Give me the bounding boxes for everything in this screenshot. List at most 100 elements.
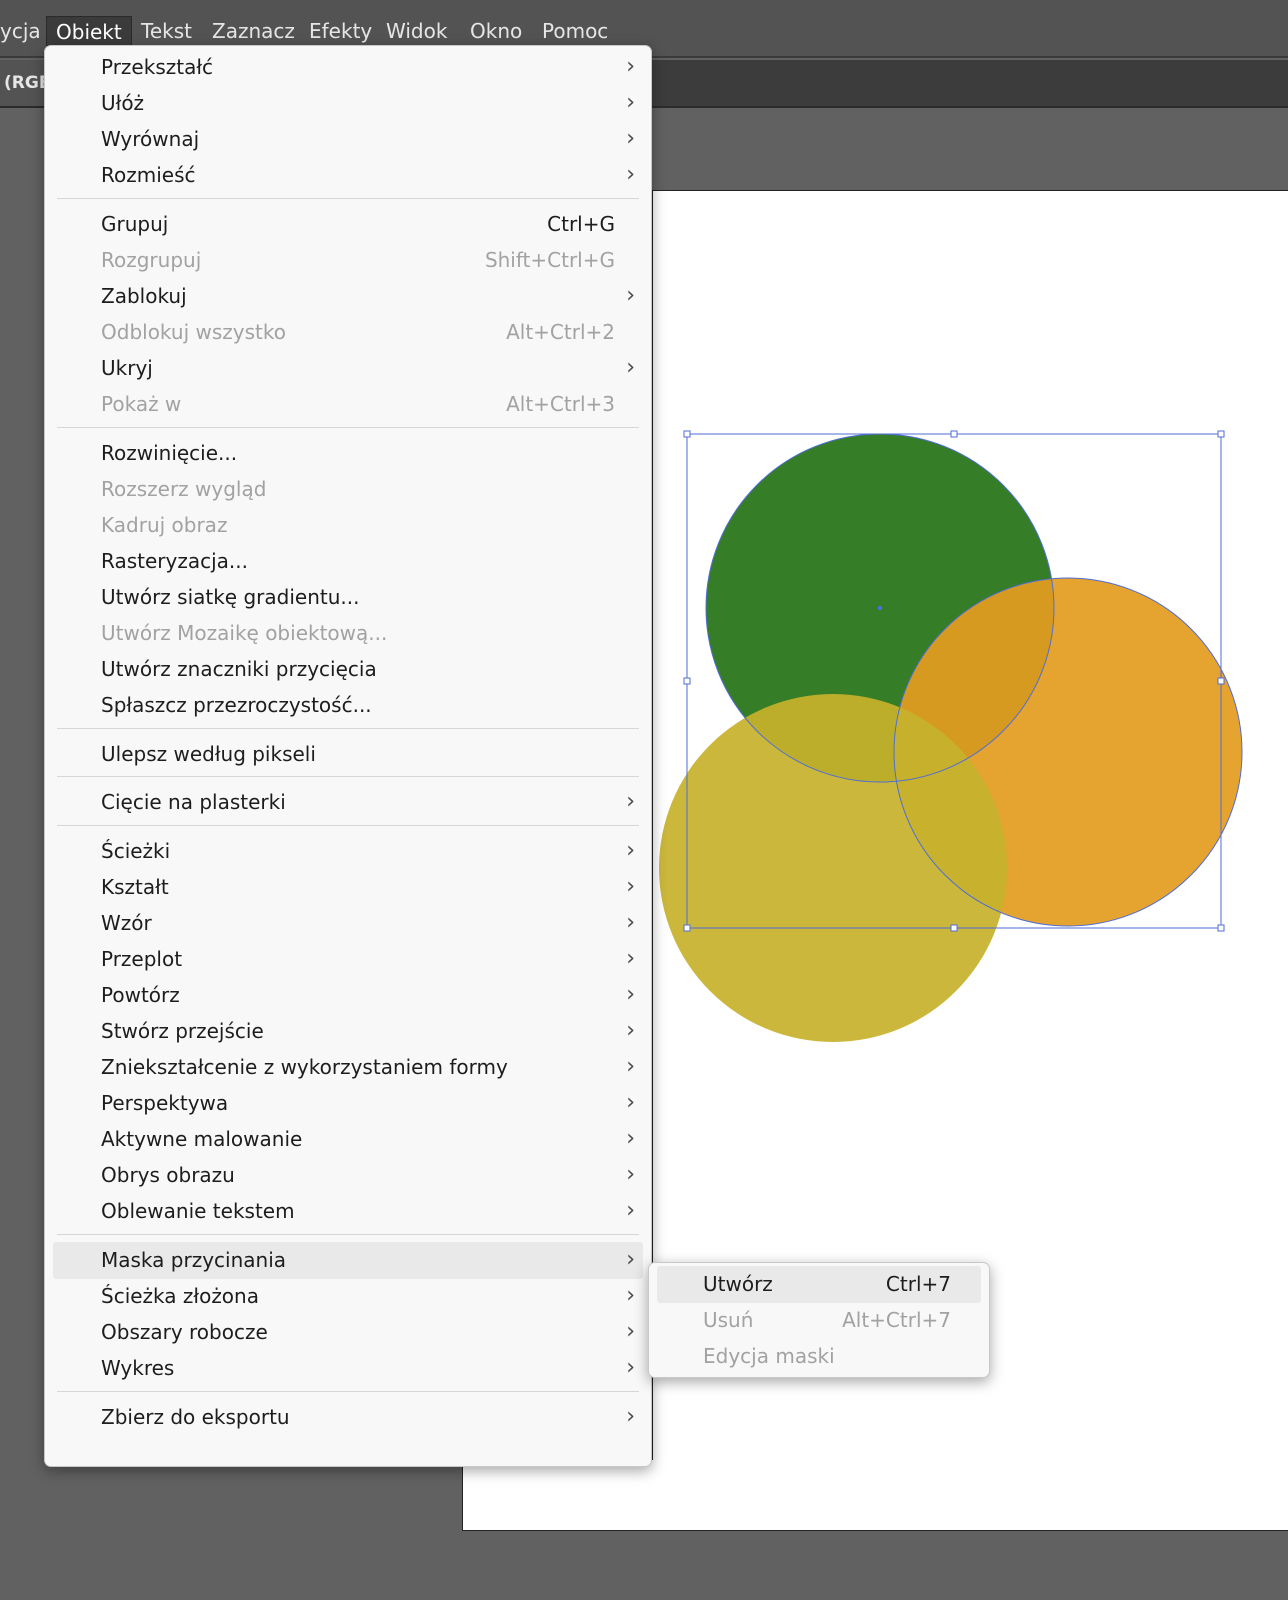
menu-item-rozgrupuj[interactable]: Rozgrupuj Shift+Ctrl+G xyxy=(53,242,643,279)
menu-item-label: Obrys obrazu xyxy=(101,1163,235,1187)
selection-handle[interactable] xyxy=(683,677,691,685)
menu-item-rasteryzacja[interactable]: Rasteryzacja... xyxy=(53,543,643,580)
menu-item-sciezka-zlozona[interactable]: Ścieżka złożona › xyxy=(53,1278,643,1315)
chevron-right-icon: › xyxy=(626,1319,635,1344)
menu-item-przeksztalc[interactable]: Przekształć › xyxy=(53,49,643,86)
menu-item-label: Usuń xyxy=(703,1308,754,1332)
yellow-circle[interactable] xyxy=(659,694,1007,1042)
menu-item-label: Pokaż w xyxy=(101,392,182,416)
menu-pomoc[interactable]: Pomoc xyxy=(533,16,617,46)
menu-item-obszary-robocze[interactable]: Obszary robocze › xyxy=(53,1314,643,1351)
menu-tekst[interactable]: Tekst xyxy=(132,16,201,46)
menu-item-shortcut: Ctrl+7 xyxy=(885,1272,951,1296)
menu-item-utworz-siatke-gradientu[interactable]: Utwórz siatkę gradientu... xyxy=(53,579,643,616)
chevron-right-icon: › xyxy=(626,355,635,380)
menu-item-label: Aktywne malowanie xyxy=(101,1127,303,1151)
menu-item-oblewanie-tekstem[interactable]: Oblewanie tekstem › xyxy=(53,1193,643,1230)
chevron-right-icon: › xyxy=(626,838,635,863)
chevron-right-icon: › xyxy=(626,126,635,151)
menu-item-ukryj[interactable]: Ukryj › xyxy=(53,350,643,387)
selection-handle[interactable] xyxy=(950,924,958,932)
selection-handle[interactable] xyxy=(950,430,958,438)
menu-item-splaszcz-przezroczystosc[interactable]: Spłaszcz przezroczystość... xyxy=(53,687,643,724)
menu-item-label: Ścieżka złożona xyxy=(101,1284,259,1308)
menu-item-grupuj[interactable]: Grupuj Ctrl+G xyxy=(53,206,643,243)
menu-item-perspektywa[interactable]: Perspektywa › xyxy=(53,1085,643,1122)
chevron-right-icon: › xyxy=(626,1283,635,1308)
menu-item-shortcut: Alt+Ctrl+2 xyxy=(506,320,615,344)
menu-item-odblokuj-wszystko[interactable]: Odblokuj wszystko Alt+Ctrl+2 xyxy=(53,314,643,351)
chevron-right-icon: › xyxy=(626,982,635,1007)
chevron-right-icon: › xyxy=(626,1090,635,1115)
menu-okno[interactable]: Okno xyxy=(461,16,531,46)
menu-item-label: Wykres xyxy=(101,1356,175,1380)
menu-item-label: Edycja maski xyxy=(703,1344,835,1368)
selection-handle[interactable] xyxy=(1217,677,1225,685)
menu-item-label: Przeplot xyxy=(101,947,183,971)
menu-item-label: Spłaszcz przezroczystość... xyxy=(101,693,372,717)
menu-edycja[interactable]: ycja xyxy=(0,16,50,46)
submenu-item-utworz[interactable]: Utwórz Ctrl+7 xyxy=(657,1266,981,1303)
menu-item-przeplot[interactable]: Przeplot › xyxy=(53,941,643,978)
menu-item-rozwiniecie[interactable]: Rozwinięcie... xyxy=(53,435,643,472)
artwork[interactable] xyxy=(640,430,1260,1070)
menu-item-wzor[interactable]: Wzór › xyxy=(53,905,643,942)
menu-item-label: Grupuj xyxy=(101,212,169,236)
menu-item-zablokuj[interactable]: Zablokuj › xyxy=(53,278,643,315)
menu-item-obrys-obrazu[interactable]: Obrys obrazu › xyxy=(53,1157,643,1194)
menu-separator xyxy=(57,1234,639,1235)
selection-handle[interactable] xyxy=(1217,430,1225,438)
menu-widok[interactable]: Widok xyxy=(377,16,456,46)
selection-handle[interactable] xyxy=(683,430,691,438)
menu-obiekt[interactable]: Obiekt xyxy=(46,16,132,46)
menu-item-maska-przycinania[interactable]: Maska przycinania › xyxy=(53,1242,643,1279)
menu-item-rozmiesc[interactable]: Rozmieść › xyxy=(53,157,643,194)
menu-item-label: Maska przycinania xyxy=(101,1248,286,1272)
menu-item-wyrownaj[interactable]: Wyrównaj › xyxy=(53,121,643,158)
menu-item-utworz-mozaike-obiektowa[interactable]: Utwórz Mozaikę obiektową... xyxy=(53,615,643,652)
menu-item-ksztalt[interactable]: Kształt › xyxy=(53,869,643,906)
menu-zaznacz[interactable]: Zaznacz xyxy=(203,16,304,46)
menu-item-ciecie-na-plasterki[interactable]: Cięcie na plasterki › xyxy=(53,784,643,821)
menu-item-zbierz-do-eksportu[interactable]: Zbierz do eksportu › xyxy=(53,1399,643,1436)
submenu-item-edycja-maski[interactable]: Edycja maski xyxy=(657,1338,981,1375)
menu-item-wykres[interactable]: Wykres › xyxy=(53,1350,643,1387)
menu-item-powtorz[interactable]: Powtórz › xyxy=(53,977,643,1014)
menu-item-stworz-przejscie[interactable]: Stwórz przejście › xyxy=(53,1013,643,1050)
menu-item-label: Cięcie na plasterki xyxy=(101,790,286,814)
chevron-right-icon: › xyxy=(626,54,635,79)
chevron-right-icon: › xyxy=(626,1247,635,1272)
menu-item-pokaz-w[interactable]: Pokaż w Alt+Ctrl+3 xyxy=(53,386,643,423)
menu-item-label: Oblewanie tekstem xyxy=(101,1199,295,1223)
chevron-right-icon: › xyxy=(626,162,635,187)
menu-item-ulepsz-wedlug-pikseli[interactable]: Ulepsz według pikseli xyxy=(53,736,643,773)
menu-item-znieksztalcenie-z-wykorzystaniem-formy[interactable]: Zniekształcenie z wykorzystaniem formy › xyxy=(53,1049,643,1086)
chevron-right-icon: › xyxy=(626,1404,635,1429)
menu-efekty[interactable]: Efekty xyxy=(300,16,381,46)
chevron-right-icon: › xyxy=(626,90,635,115)
menu-item-label: Rozgrupuj xyxy=(101,248,202,272)
menu-item-label: Powtórz xyxy=(101,983,180,1007)
menu-item-kadruj-obraz[interactable]: Kadruj obraz xyxy=(53,507,643,544)
menu-item-label: Rasteryzacja... xyxy=(101,549,248,573)
obiekt-menu: Przekształć › Ułóż › Wyrównaj › Rozmieść › Grupu… xyxy=(44,45,652,1467)
menu-item-label: Utwórz znaczniki przycięcia xyxy=(101,657,377,681)
clipping-mask-submenu: Utwórz Ctrl+7 Usuń Alt+Ctrl+7 Edycja maski xyxy=(648,1262,990,1378)
selection-handle[interactable] xyxy=(1217,924,1225,932)
menu-separator xyxy=(57,1391,639,1392)
menu-item-label: Zniekształcenie z wykorzystaniem formy xyxy=(101,1055,508,1079)
selection-handle[interactable] xyxy=(683,924,691,932)
chevron-right-icon: › xyxy=(626,1162,635,1187)
submenu-item-usun[interactable]: Usuń Alt+Ctrl+7 xyxy=(657,1302,981,1339)
chevron-right-icon: › xyxy=(626,1126,635,1151)
menu-item-shortcut: Alt+Ctrl+3 xyxy=(506,392,615,416)
chevron-right-icon: › xyxy=(626,789,635,814)
menu-item-uloz[interactable]: Ułóż › xyxy=(53,85,643,122)
menu-item-utworz-znaczniki-przyciecia[interactable]: Utwórz znaczniki przycięcia xyxy=(53,651,643,688)
menu-item-sciezki[interactable]: Ścieżki › xyxy=(53,833,643,870)
chevron-right-icon: › xyxy=(626,1018,635,1043)
menu-item-rozszerz-wyglad[interactable]: Rozszerz wygląd xyxy=(53,471,643,508)
menu-item-label: Wzór xyxy=(101,911,152,935)
menu-item-aktywne-malowanie[interactable]: Aktywne malowanie › xyxy=(53,1121,643,1158)
menu-item-label: Kadruj obraz xyxy=(101,513,228,537)
